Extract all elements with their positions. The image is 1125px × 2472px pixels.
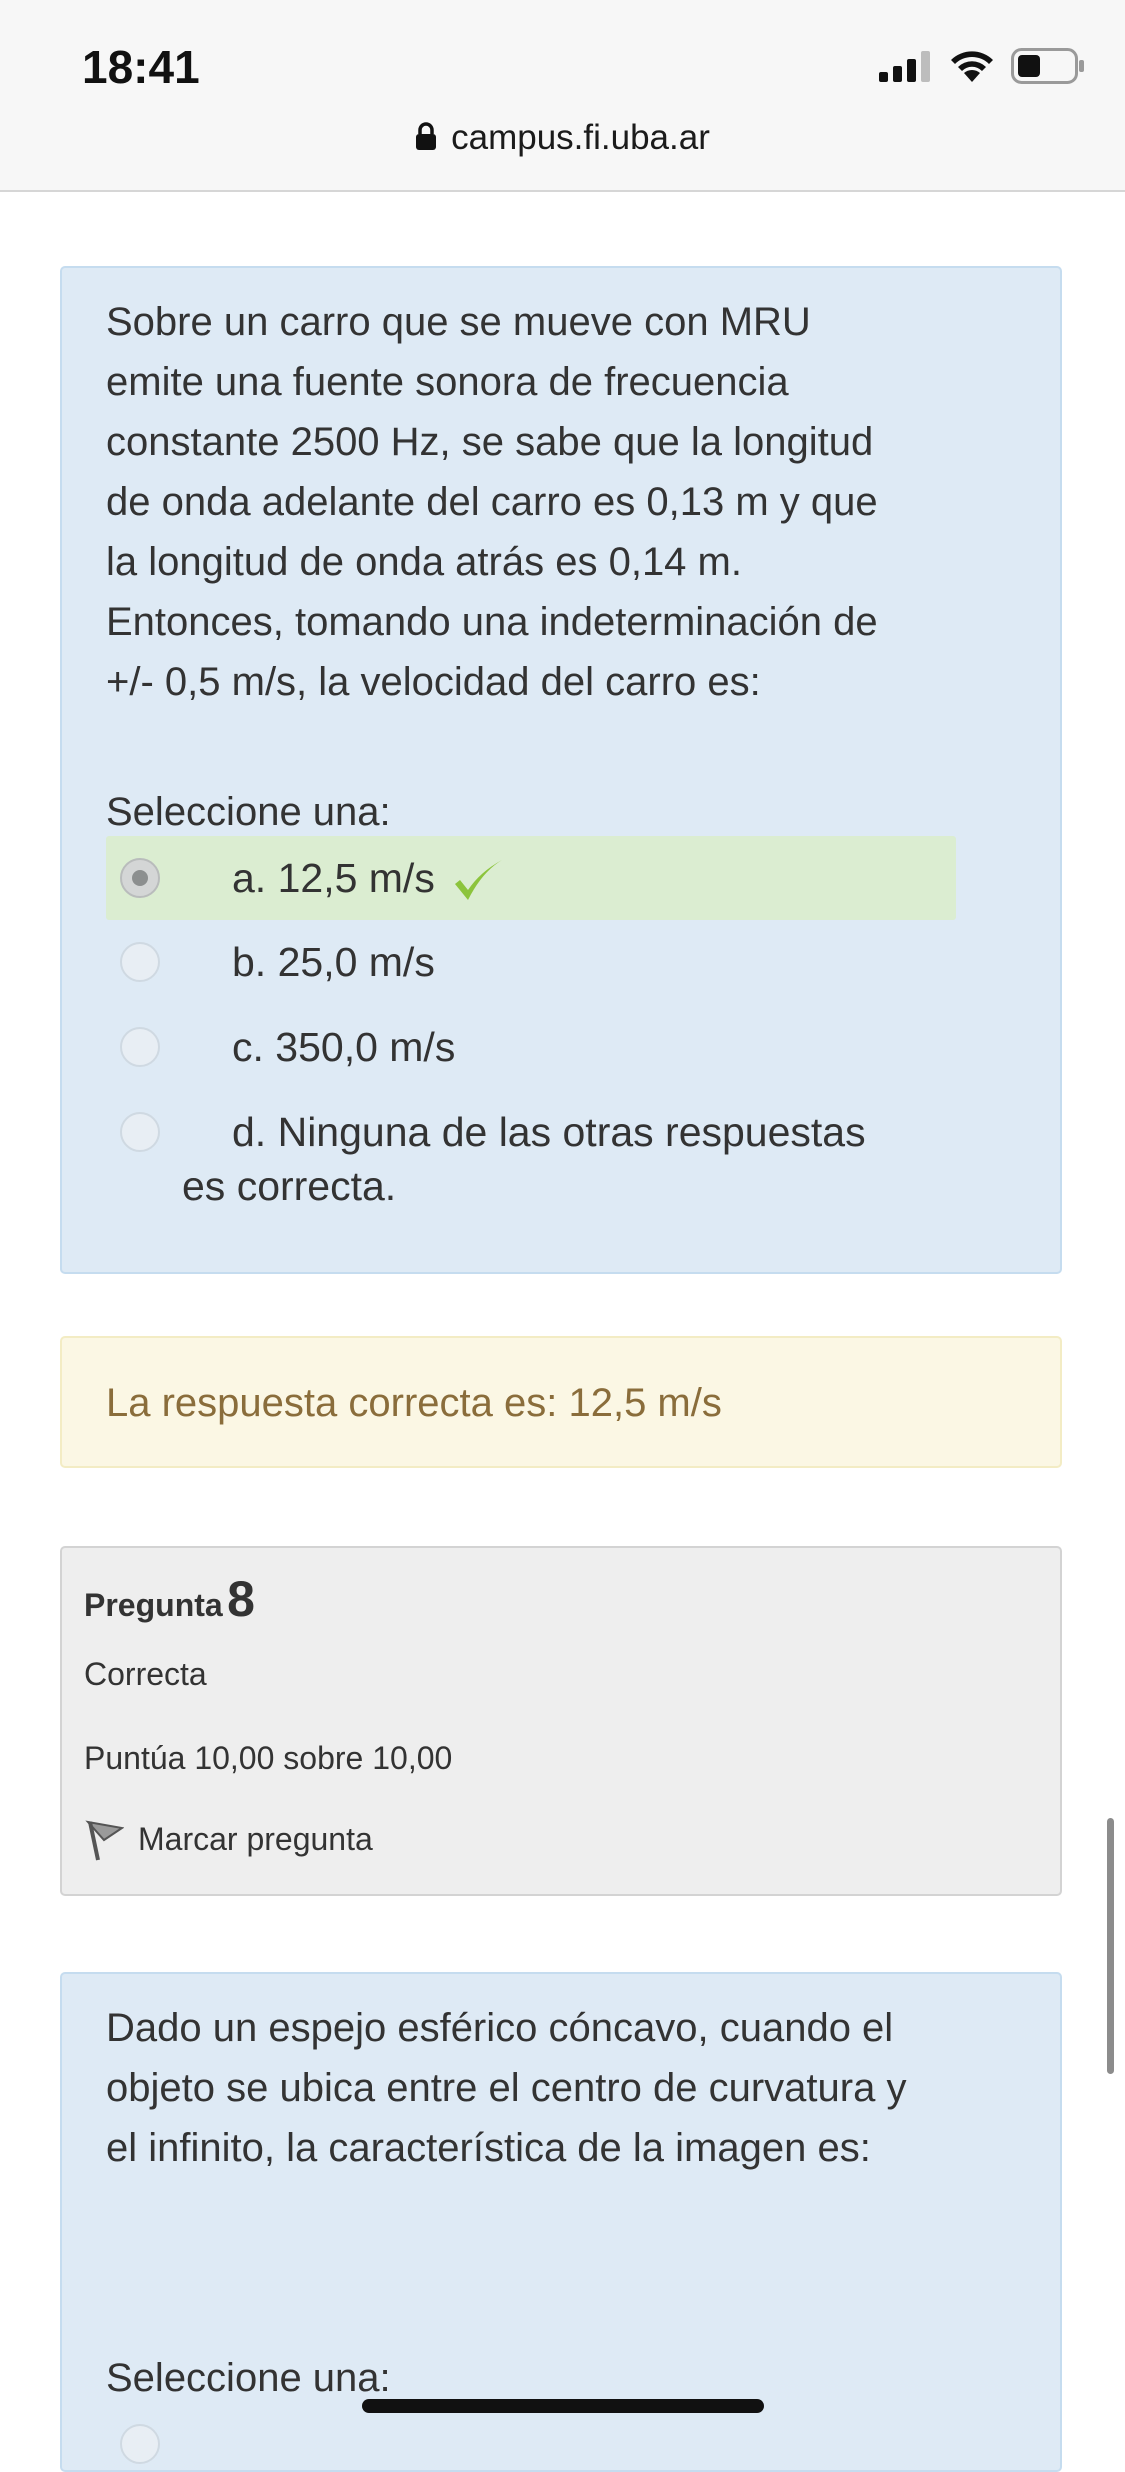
option-a-radio[interactable]	[120, 858, 160, 898]
question-text-line: la longitud de onda atrás es 0,14 m.	[106, 540, 742, 584]
address-bar[interactable]: campus.fi.uba.ar	[0, 118, 1125, 158]
question-7-card: Sobre un carro que se mueve con MRU emit…	[60, 266, 1062, 1274]
option-b-label: b. 25,0 m/s	[232, 939, 435, 985]
option-c[interactable]: c. 350,0 m/s	[106, 1005, 956, 1089]
feedback-text: La respuesta correcta es: 12,5 m/s	[106, 1381, 722, 1425]
question-prefix: Pregunta	[84, 1587, 223, 1623]
question-text-line: constante 2500 Hz, se sabe que la longit…	[106, 420, 874, 464]
option-c-radio[interactable]	[120, 1027, 160, 1067]
option-b[interactable]: b. 25,0 m/s	[106, 920, 956, 1004]
option-d-label-line2: es correcta.	[182, 1163, 397, 1209]
flag-question-label: Marcar pregunta	[138, 1820, 373, 1857]
status-time: 18:41	[82, 41, 200, 93]
url-text: campus.fi.uba.ar	[451, 118, 710, 157]
question-7-text: Sobre un carro que se mueve con MRU emit…	[106, 292, 1006, 712]
correct-answer-feedback: La respuesta correcta es: 12,5 m/s	[60, 1336, 1062, 1468]
browser-top-bar: 18:41 campus.fi.uba.ar	[0, 0, 1125, 192]
option-a[interactable]: a. 12,5 m/s	[106, 836, 956, 920]
question-number: Pregunta 8	[84, 1570, 255, 1628]
question-text-line: de onda adelante del carro es 0,13 m y q…	[106, 480, 878, 524]
question-text-line: Dado un espejo esférico cóncavo, cuando …	[106, 2006, 894, 2050]
question-state: Correcta	[84, 1656, 207, 1692]
home-indicator[interactable]	[362, 2399, 764, 2413]
question-8-text: Dado un espejo esférico cóncavo, cuando …	[106, 1998, 1006, 2178]
lock-icon	[416, 122, 437, 150]
flag-icon	[85, 1820, 124, 1861]
question-text-line: objeto se ubica entre el centro de curva…	[106, 2066, 907, 2110]
battery-icon	[1011, 48, 1084, 84]
option-d[interactable]: d. Ninguna de las otras respuestas es co…	[106, 1090, 956, 1240]
flag-question-link[interactable]: Marcar pregunta	[84, 1816, 373, 1862]
question-text-line: Entonces, tomando una indeterminación de	[106, 600, 878, 644]
wifi-icon	[951, 51, 993, 82]
checkmark-icon	[455, 860, 503, 900]
question-text-line: emite una fuente sonora de frecuencia	[106, 360, 789, 404]
question-text-line: Sobre un carro que se mueve con MRU	[106, 300, 811, 344]
option-b-radio[interactable]	[120, 942, 160, 982]
question-8-card: Dado un espejo esférico cóncavo, cuando …	[60, 1972, 1062, 2472]
select-one-label: Seleccione una:	[106, 2356, 391, 2400]
scrollbar[interactable]	[1107, 1818, 1114, 2074]
question-text-line: el infinito, la característica de la ima…	[106, 2126, 871, 2170]
question-text-line: +/- 0,5 m/s, la velocidad del carro es:	[106, 660, 761, 704]
question-number-value: 8	[227, 1571, 255, 1627]
option-a-radio[interactable]	[120, 2424, 160, 2464]
option-a-label: a. 12,5 m/s	[232, 855, 435, 901]
cellular-signal-icon	[879, 51, 930, 82]
question-8-info: Pregunta 8 Correcta Puntúa 10,00 sobre 1…	[60, 1546, 1062, 1896]
option-c-label: c. 350,0 m/s	[232, 1024, 456, 1070]
select-one-label: Seleccione una:	[106, 790, 391, 834]
status-icons	[879, 48, 1085, 84]
option-d-radio[interactable]	[120, 1112, 160, 1152]
question-grade: Puntúa 10,00 sobre 10,00	[84, 1740, 453, 1776]
